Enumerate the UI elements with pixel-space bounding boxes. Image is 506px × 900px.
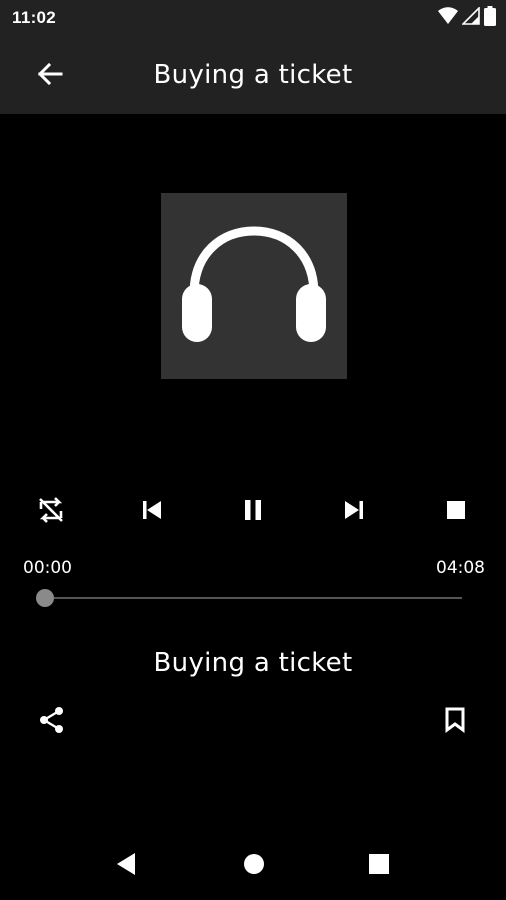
shuffle-button[interactable] — [29, 490, 73, 534]
nav-back-icon — [115, 852, 137, 881]
battery-icon — [484, 5, 496, 31]
status-bar: 11:02 — [0, 0, 506, 36]
skip-previous-button[interactable] — [130, 490, 174, 534]
track-title: Buying a ticket — [153, 648, 353, 678]
current-time: 00:00 — [23, 558, 72, 578]
skip-previous-icon — [141, 499, 163, 526]
wifi-icon — [438, 6, 458, 30]
total-time: 04:08 — [436, 558, 485, 578]
pause-button[interactable] — [231, 490, 275, 534]
nav-recents-icon — [368, 853, 390, 880]
shuffle-off-icon — [35, 494, 67, 531]
status-time: 11:02 — [12, 8, 57, 27]
page-title: Buying a ticket — [153, 60, 353, 90]
share-button[interactable] — [30, 700, 74, 744]
system-nav-bar — [0, 834, 506, 900]
seek-thumb[interactable] — [36, 589, 54, 607]
nav-recents-button[interactable] — [357, 844, 401, 888]
share-icon — [37, 705, 67, 740]
stop-icon — [446, 500, 466, 525]
nav-back-button[interactable] — [104, 844, 148, 888]
skip-next-button[interactable] — [332, 490, 376, 534]
skip-next-icon — [343, 499, 365, 526]
bookmark-icon — [443, 706, 467, 739]
status-icons — [438, 5, 496, 31]
headphones-icon — [181, 224, 327, 349]
signal-icon — [461, 5, 480, 30]
nav-home-button[interactable] — [232, 844, 276, 888]
seek-bar[interactable] — [45, 597, 462, 599]
album-artwork — [161, 193, 347, 379]
pause-icon — [242, 498, 264, 527]
app-bar: Buying a ticket — [0, 36, 506, 114]
nav-home-icon — [243, 853, 265, 880]
bookmark-button[interactable] — [433, 700, 477, 744]
stop-button[interactable] — [434, 490, 478, 534]
playback-controls — [0, 490, 506, 534]
